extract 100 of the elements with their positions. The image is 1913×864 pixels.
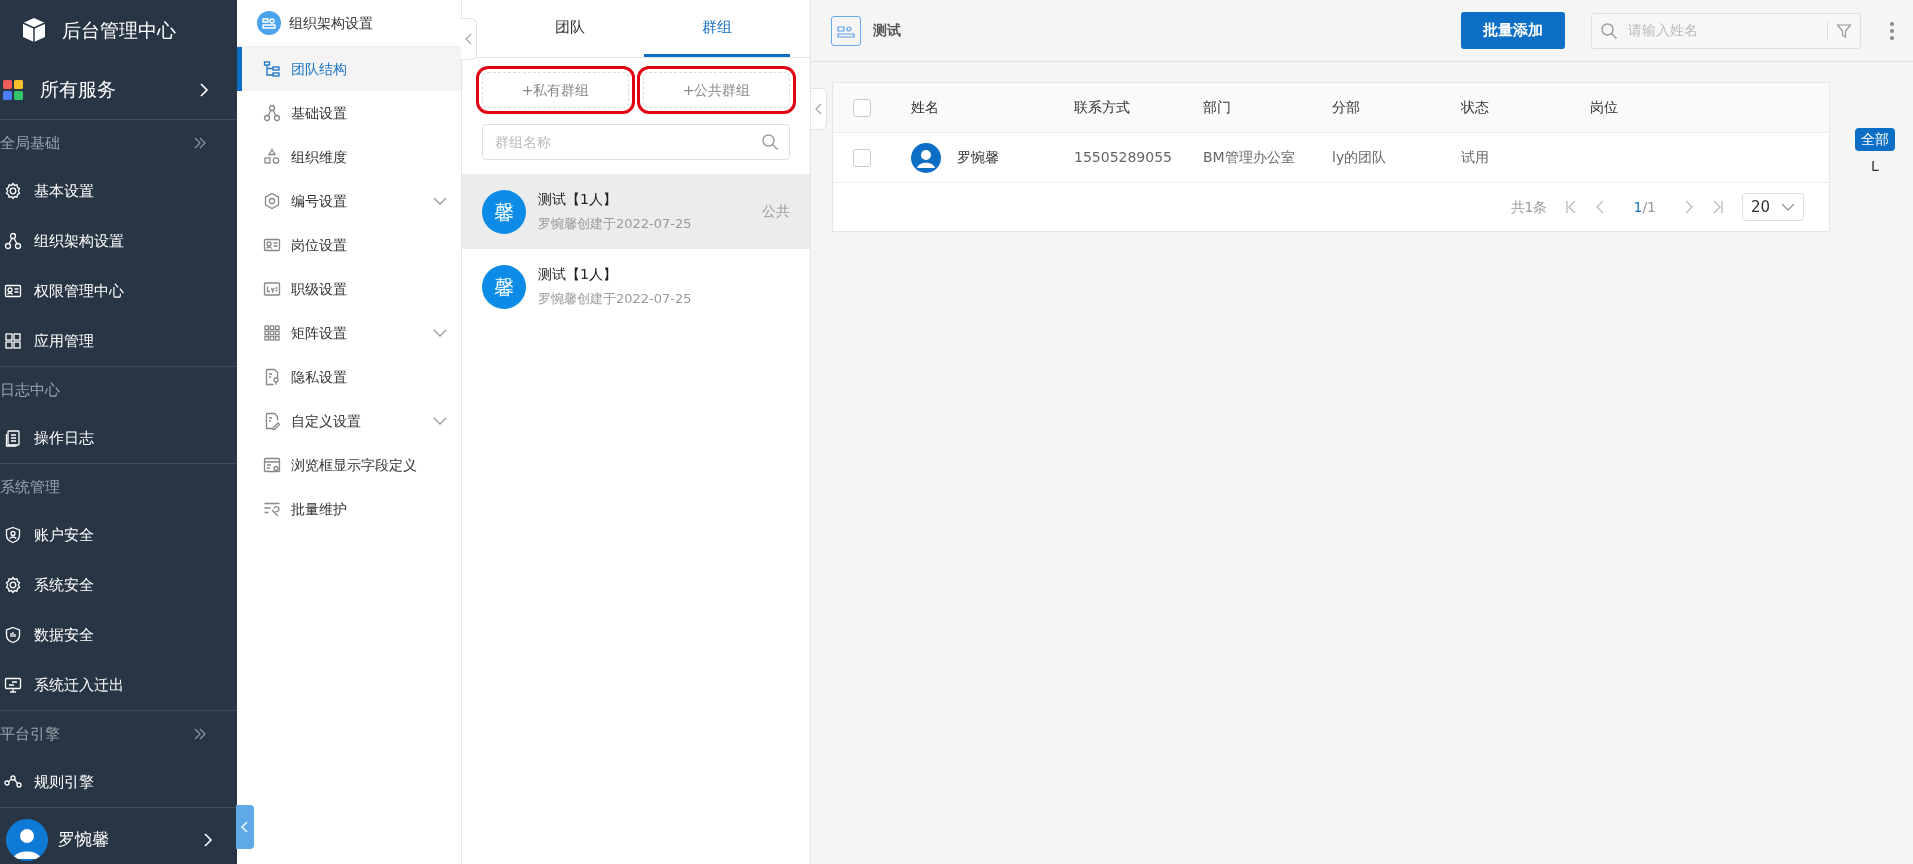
app-title: 后台管理中心 [62,17,176,43]
search-icon [1600,21,1618,40]
chevron-right-icon [199,81,209,98]
nav-link[interactable]: 操作日志 [34,426,94,450]
last-page-icon[interactable] [1712,200,1724,214]
user-avatar [911,142,941,173]
id-card-icon [263,236,281,254]
filter-icon[interactable] [1836,22,1852,39]
nodes-icon [263,104,281,122]
group-name: 测试【1人】 [538,190,618,210]
gear-icon [4,576,22,594]
collapse-handle[interactable] [236,805,254,849]
search-input[interactable]: 请输入姓名 [1626,19,1819,42]
column-header: 状态 [1461,98,1490,117]
tab[interactable]: 团队 [497,0,644,57]
nodes-icon [4,232,22,250]
group-tag: 公共 [762,201,790,222]
window-icon [263,456,281,474]
page-indicator: 1/1 [1633,197,1656,217]
level-card-icon [263,280,281,298]
gear-icon [4,182,22,200]
menu-item[interactable]: 组织维度 [237,135,461,179]
checkbox[interactable] [853,98,871,117]
all-services-link[interactable]: 所有服务 [0,60,237,120]
cube-logo [20,16,48,44]
group-item[interactable]: 馨 测试【1人】 罗惋馨创建于2022-07-25 公共 [462,174,810,249]
checkbox[interactable] [853,148,871,167]
grid-icon [4,332,22,350]
nav-link[interactable]: 规则引擎 [34,770,94,794]
page-title: 测试 [873,21,901,40]
tree-icon [263,60,281,78]
menu-item[interactable]: 隐私设置 [237,355,461,399]
user-name: 罗惋馨 [58,828,109,852]
column-header: 姓名 [911,98,940,117]
table-cell-text: ly的团队 [1332,148,1388,167]
section-title: 系统管理 [0,476,60,498]
table-cell-text: BM管理办公室 [1203,148,1296,167]
double-chevron-icon[interactable] [193,136,207,150]
group-icon [831,15,861,46]
menu-item[interactable]: 团队结构 [237,47,461,91]
panel-title: 组织架构设置 [289,13,373,33]
menu-item[interactable]: 基础设置 [237,91,461,135]
document-icon [263,368,281,386]
group-avatar: 馨 [482,189,526,234]
nav-link[interactable]: 数据安全 [34,623,94,647]
org-settings-icon [257,11,281,35]
column-header: 分部 [1332,98,1361,117]
chevron-down-icon[interactable] [433,328,447,338]
shield-icon [4,526,22,544]
letter-filter[interactable]: L [1865,155,1885,178]
section-title: 平台引擎 [0,723,60,745]
collapse-handle[interactable] [811,88,827,130]
table-cell-text: 试用 [1461,148,1490,167]
user-avatar[interactable] [6,819,48,861]
chevron-down-icon[interactable] [433,196,447,206]
menu-item[interactable]: 矩阵设置 [237,311,461,355]
double-chevron-icon[interactable] [193,727,207,741]
menu-item[interactable]: 浏览框显示字段定义 [237,443,461,487]
first-page-icon[interactable] [1565,200,1578,214]
menu-item[interactable]: 岗位设置 [237,223,461,267]
menu-item[interactable]: 职级设置 [237,267,461,311]
nav-link[interactable]: 权限管理中心 [34,279,124,303]
column-header: 联系方式 [1074,98,1131,117]
group-subtitle: 罗惋馨创建于2022-07-25 [538,215,692,234]
nav-link[interactable]: 组织架构设置 [34,229,124,253]
group-name: 测试【1人】 [538,265,618,285]
hexagon-icon [263,192,281,210]
document-edit-icon [263,412,281,430]
nav-link[interactable]: 系统安全 [34,573,94,597]
shapes-icon [263,148,281,166]
nav-link[interactable]: 应用管理 [34,329,94,353]
chevron-right-icon[interactable] [203,832,213,848]
menu-item[interactable]: 编号设置 [237,179,461,223]
nav-link[interactable]: 系统迁入迁出 [34,673,124,697]
chevron-down-icon[interactable] [1781,203,1795,211]
group-subtitle: 罗惋馨创建于2022-07-25 [538,290,692,309]
nav-link[interactable]: 账户安全 [34,523,94,547]
search-icon [761,133,779,151]
page-size-select[interactable]: 20 [1742,193,1804,221]
collapse-handle[interactable] [461,18,477,60]
grid-icon [263,324,281,342]
tab[interactable]: 群组 [643,0,790,57]
batch-add-button[interactable]: 批量添加 [1461,12,1565,49]
letter-filter[interactable]: 全部 [1855,128,1895,151]
document-icon [4,429,22,447]
menu-item[interactable]: 自定义设置 [237,399,461,443]
chevron-down-icon[interactable] [433,416,447,426]
id-card-icon [4,282,22,300]
table-cell-text: 罗惋馨 [957,148,999,167]
section-title: 日志中心 [0,379,60,401]
wrench-icon [263,500,281,518]
total-count: 共1条 [1510,197,1548,217]
column-header: 部门 [1203,98,1232,117]
nav-link[interactable]: 基本设置 [34,179,94,203]
search-field[interactable]: 请输入姓名 [1591,12,1861,49]
more-icon[interactable] [1889,20,1895,41]
menu-item[interactable]: 批量维护 [237,487,461,531]
apps-icon [2,78,24,101]
group-avatar: 馨 [482,264,526,309]
search-field[interactable]: 群组名称 [482,124,790,160]
